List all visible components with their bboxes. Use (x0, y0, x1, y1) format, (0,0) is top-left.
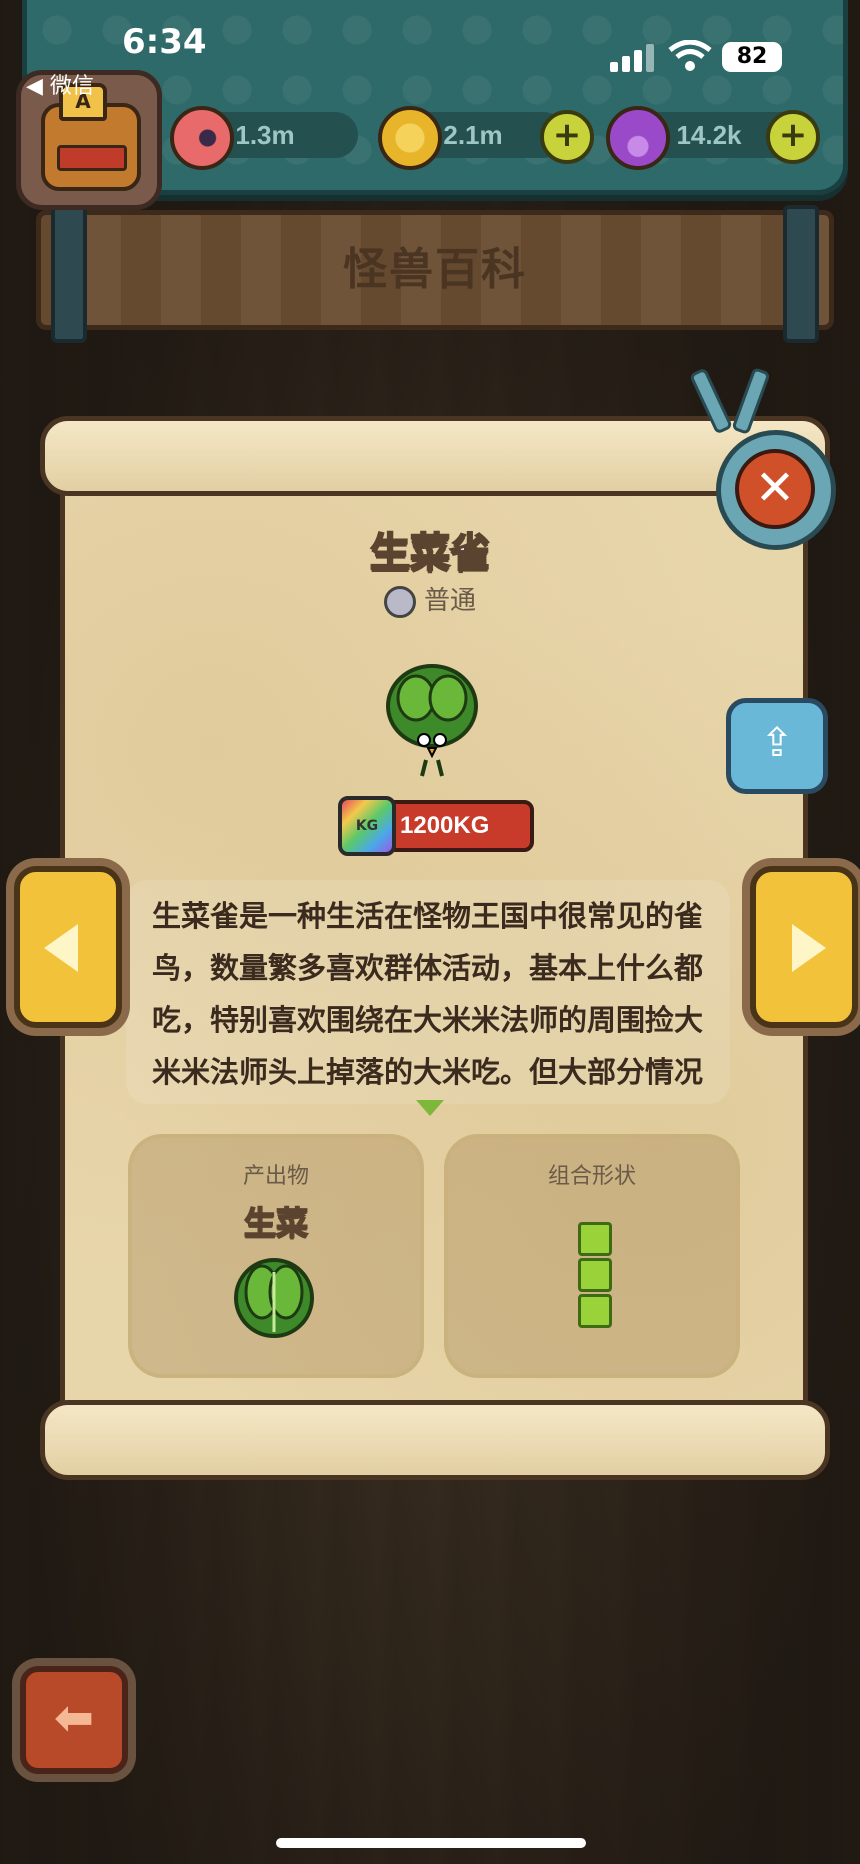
previous-monster-button[interactable] (14, 866, 122, 1028)
back-to-wechat-link[interactable]: ◀ 微信 (26, 68, 94, 100)
monster-weight-badge: KG 1200KG (338, 796, 534, 856)
rarity-skull-icon (383, 585, 416, 618)
eyeball-icon (170, 106, 234, 170)
scroll-roll-bottom (40, 1400, 830, 1480)
title-plank: 怪兽百科 (36, 205, 834, 343)
status-bar: 6:34 ◀ 微信 82 (0, 0, 860, 99)
output-card-value: 生菜 (243, 1203, 309, 1243)
close-button[interactable]: ✕ (716, 430, 836, 550)
share-button[interactable]: ⇪ (726, 698, 828, 794)
scroll-roll-top (40, 416, 830, 496)
rarity-label: 普通 (423, 586, 476, 616)
left-arrow-icon (44, 924, 78, 972)
scroll-down-indicator-icon (416, 1100, 444, 1116)
add-coin-button[interactable]: + (540, 110, 594, 164)
coin-icon (378, 106, 442, 170)
right-arrow-icon (792, 924, 826, 972)
monster-description: 生菜雀是一种生活在怪物王国中很常见的雀鸟，数量繁多喜欢群体活动，基本上什么都吃，… (152, 899, 704, 1089)
shape-card-title: 组合形状 (547, 1164, 636, 1189)
output-card-title: 产出物 (242, 1164, 309, 1189)
shape-cell (578, 1258, 612, 1292)
lettuce-icon (234, 1258, 314, 1338)
wifi-icon (668, 40, 712, 71)
add-potion-button[interactable]: + (766, 110, 820, 164)
status-time: 6:34 (122, 22, 207, 62)
monster-weight-value: 1200KG (400, 812, 490, 839)
close-icon: ✕ (735, 449, 815, 529)
page-title: 怪兽百科 (343, 244, 527, 295)
weight-kg-icon: KG (338, 796, 396, 856)
home-indicator[interactable] (276, 1838, 586, 1848)
back-arrow-icon: ⬅ (53, 1690, 95, 1746)
shape-card: 组合形状 (444, 1134, 740, 1378)
description-scroll-area[interactable]: 生菜雀是一种生活在怪物王国中很常见的雀鸟，数量繁多喜欢群体活动，基本上什么都吃，… (126, 880, 730, 1104)
monster-rarity: 普通 (0, 580, 860, 618)
share-icon: ⇪ (760, 720, 794, 766)
cellular-signal-icon (610, 44, 658, 72)
potion-icon (606, 106, 670, 170)
next-monster-button[interactable] (750, 866, 858, 1028)
back-button[interactable]: ⬅ (20, 1666, 128, 1774)
battery-indicator: 82 (722, 42, 782, 72)
output-card: 产出物 生菜 (128, 1134, 424, 1378)
shape-cell (578, 1294, 612, 1328)
shape-cell (578, 1222, 612, 1256)
lettuce-bird-image (386, 664, 478, 777)
